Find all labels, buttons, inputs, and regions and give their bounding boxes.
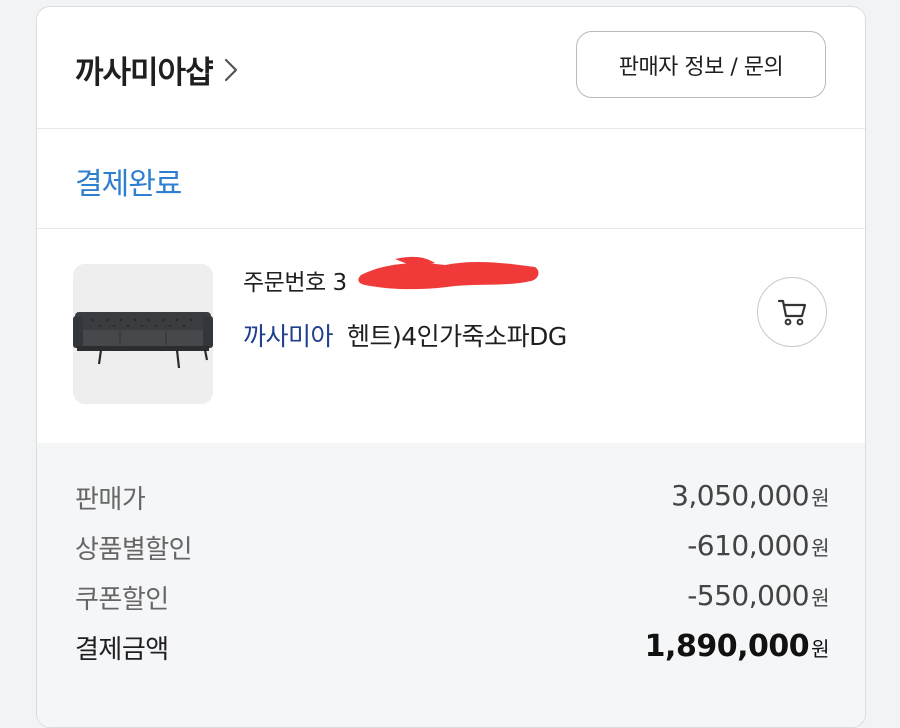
product-thumbnail[interactable] bbox=[73, 264, 213, 404]
add-to-cart-button[interactable] bbox=[757, 277, 827, 347]
seller-info-button[interactable]: 판매자 정보 / 문의 bbox=[576, 31, 826, 98]
price-row-total: 결제금액 1,890,000 원 bbox=[75, 629, 829, 669]
price-label: 판매가 bbox=[75, 485, 146, 515]
price-value: -610,000 원 bbox=[687, 529, 829, 562]
product-name-line[interactable]: 까사미아 헨트)4인가죽소파DG bbox=[243, 317, 567, 353]
price-row-product-discount: 상품별할인 -610,000 원 bbox=[75, 529, 829, 569]
order-number: 주문번호 3 bbox=[243, 270, 347, 296]
price-label: 쿠폰할인 bbox=[75, 585, 169, 615]
order-status: 결제완료 bbox=[75, 167, 182, 202]
sofa-image bbox=[73, 264, 213, 404]
price-summary: 판매가 3,050,000 원 상품별할인 -610,000 원 쿠폰할인 -550… bbox=[37, 443, 865, 727]
shop-name[interactable]: 까사미아샵 bbox=[75, 47, 214, 92]
price-row-sale: 판매가 3,050,000 원 bbox=[75, 479, 829, 519]
price-value: -550,000 원 bbox=[687, 579, 829, 612]
redaction-scribble bbox=[358, 256, 539, 290]
order-header: 까사미아샵 판매자 정보 / 문의 bbox=[37, 7, 865, 129]
total-label: 결제금액 bbox=[75, 635, 169, 665]
order-status-row: 결제완료 bbox=[37, 129, 865, 229]
product-brand[interactable]: 까사미아 bbox=[243, 322, 334, 351]
price-label: 상품별할인 bbox=[75, 535, 193, 565]
price-row-coupon-discount: 쿠폰할인 -550,000 원 bbox=[75, 579, 829, 619]
order-card: 까사미아샵 판매자 정보 / 문의 결제완료 주문번호 3 까사미아 헨트)4인… bbox=[36, 6, 866, 728]
product-row: 주문번호 3 까사미아 헨트)4인가죽소파DG bbox=[37, 229, 865, 443]
chevron-right-icon bbox=[224, 58, 237, 81]
product-title[interactable]: 헨트)4인가죽소파DG bbox=[347, 322, 567, 351]
cart-icon bbox=[777, 299, 807, 326]
total-value: 1,890,000 원 bbox=[644, 629, 830, 664]
price-value: 3,050,000 원 bbox=[671, 479, 829, 512]
shop-link[interactable]: 까사미아샵 bbox=[75, 47, 239, 92]
